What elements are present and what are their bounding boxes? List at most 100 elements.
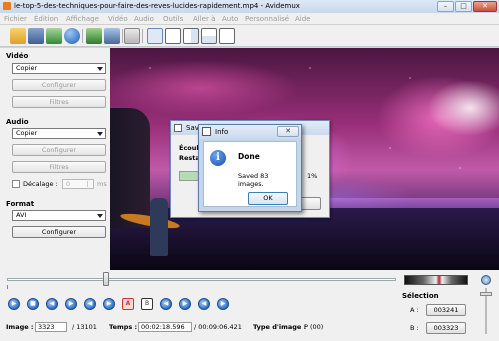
volume-icon[interactable]: [481, 275, 491, 285]
time-field[interactable]: 00:02:18.596: [138, 322, 192, 332]
separate-preview-icon[interactable]: [219, 28, 235, 44]
elapsed-label: Écoul: [179, 144, 199, 152]
input-preview-icon[interactable]: [147, 28, 163, 44]
previous-black-frame-icon[interactable]: ◀: [160, 298, 172, 310]
set-marker-b-icon[interactable]: B: [141, 298, 153, 310]
timeline-ticks: [7, 285, 396, 289]
info-message: Saved 83 images.: [238, 172, 269, 188]
bottom-panel: ▶ ■ ◀ ▶ ◀ ▶ A B ◀ ▶ ◀ ▶ Sélection A : 00…: [0, 270, 499, 341]
menu-personnalise[interactable]: Personnalisé: [245, 15, 289, 23]
marker-b-button[interactable]: 003323: [426, 322, 466, 334]
marker-b-label: B :: [410, 324, 419, 332]
avidemux-app-icon: [3, 2, 11, 10]
video-configure-button[interactable]: Configurer: [12, 79, 106, 91]
next-keyframe-icon[interactable]: ▶: [103, 298, 115, 310]
play-icon[interactable]: ▶: [8, 298, 20, 310]
spin-arrows-icon[interactable]: [87, 181, 92, 187]
calculator-icon[interactable]: [124, 28, 140, 44]
dialog-window-icon: [202, 127, 211, 136]
goto-start-icon[interactable]: ◀: [198, 298, 210, 310]
menu-edition[interactable]: Édition: [34, 15, 58, 23]
set-marker-a-icon[interactable]: A: [122, 298, 134, 310]
toolbar: [0, 25, 499, 47]
toolbar-separator: [122, 29, 123, 43]
video-person: [150, 198, 168, 256]
image-field[interactable]: 3323: [35, 322, 67, 332]
video-tree: [110, 108, 150, 228]
time-label: Temps :: [109, 323, 138, 331]
info-dialog-title: Info: [215, 128, 229, 136]
menu-bar: Fichier Édition Affichage Vidéo Audio Ou…: [0, 13, 499, 25]
format-section-title: Format: [6, 200, 35, 208]
menu-auto[interactable]: Auto: [222, 15, 238, 23]
title-bar: le-top-5-des-techniques-pour-faire-des-r…: [0, 0, 499, 13]
image-total: / 13101: [72, 323, 97, 331]
selection-title: Sélection: [402, 292, 439, 300]
menu-fichier[interactable]: Fichier: [4, 15, 27, 23]
menu-aide[interactable]: Aide: [295, 15, 310, 23]
video-filters-button[interactable]: Filtres: [12, 96, 106, 108]
dialog-window-icon: [174, 124, 182, 132]
ok-button[interactable]: OK: [248, 192, 288, 205]
frame-type-label: Type d'image :: [253, 323, 307, 331]
chevron-down-icon: [97, 132, 103, 136]
next-frame-icon[interactable]: ▶: [65, 298, 77, 310]
info-icon[interactable]: [64, 28, 80, 44]
format-configure-button[interactable]: Configurer: [12, 226, 106, 238]
side-by-side-preview-icon[interactable]: [183, 28, 199, 44]
audio-section-title: Audio: [6, 118, 29, 126]
menu-aller-a[interactable]: Aller à: [193, 15, 215, 23]
audio-configure-button[interactable]: Configurer: [12, 144, 106, 156]
time-total: / 00:09:06.421: [194, 323, 242, 331]
chevron-down-icon: [97, 67, 103, 71]
menu-video[interactable]: Vidéo: [108, 15, 128, 23]
menu-audio[interactable]: Audio: [134, 15, 154, 23]
left-panel: Vidéo Copier Configurer Filtres Audio Co…: [0, 48, 110, 270]
save-icon[interactable]: [28, 28, 44, 44]
previous-keyframe-icon[interactable]: ◀: [84, 298, 96, 310]
maximize-button[interactable]: □: [455, 1, 472, 12]
audio-meter: [404, 275, 468, 285]
timeline-slider-track[interactable]: [7, 278, 396, 281]
info-heading: Done: [238, 152, 260, 161]
shift-unit: ms: [97, 180, 107, 188]
stop-icon[interactable]: ■: [27, 298, 39, 310]
open-file-icon[interactable]: [10, 28, 26, 44]
next-black-frame-icon[interactable]: ▶: [179, 298, 191, 310]
save-video-icon[interactable]: [104, 28, 120, 44]
marker-a-label: A :: [410, 306, 419, 314]
output-preview-icon[interactable]: [165, 28, 181, 44]
info-close-button[interactable]: ✕: [277, 126, 299, 137]
save-image-icon[interactable]: [86, 28, 102, 44]
shift-checkbox[interactable]: [12, 180, 20, 188]
saving-dialog-title: Sav: [186, 124, 199, 132]
close-button[interactable]: ✕: [473, 1, 497, 12]
saving-percent: 1%: [307, 172, 318, 180]
menu-affichage[interactable]: Affichage: [66, 15, 99, 23]
minimize-button[interactable]: –: [437, 1, 454, 12]
shift-spinbox[interactable]: 0: [62, 179, 94, 189]
toolbar-separator: [142, 29, 143, 43]
info-dialog: Info ✕ i Done Saved 83 images. OK: [198, 124, 302, 212]
video-codec-value: Copier: [16, 64, 38, 72]
volume-slider-thumb[interactable]: [480, 292, 492, 296]
audio-codec-value: Copier: [16, 129, 38, 137]
format-select[interactable]: AVI: [12, 210, 106, 221]
append-file-icon[interactable]: [46, 28, 62, 44]
toolbar-separator: [82, 29, 83, 43]
previous-frame-icon[interactable]: ◀: [46, 298, 58, 310]
status-row: Image : 3323 / 13101 Temps : 00:02:18.59…: [0, 322, 400, 334]
format-value: AVI: [16, 211, 27, 219]
goto-end-icon[interactable]: ▶: [217, 298, 229, 310]
timeline-slider-thumb[interactable]: [103, 272, 110, 286]
remaining-label: Resta: [179, 154, 200, 162]
audio-codec-select[interactable]: Copier: [12, 128, 106, 139]
marker-a-button[interactable]: 003241: [426, 304, 466, 316]
audio-filters-button[interactable]: Filtres: [12, 161, 106, 173]
menu-outils[interactable]: Outils: [163, 15, 183, 23]
video-codec-select[interactable]: Copier: [12, 63, 106, 74]
window-title: le-top-5-des-techniques-pour-faire-des-r…: [14, 2, 300, 10]
image-label: Image :: [6, 323, 34, 331]
top-bottom-preview-icon[interactable]: [201, 28, 217, 44]
chevron-down-icon: [97, 214, 103, 218]
